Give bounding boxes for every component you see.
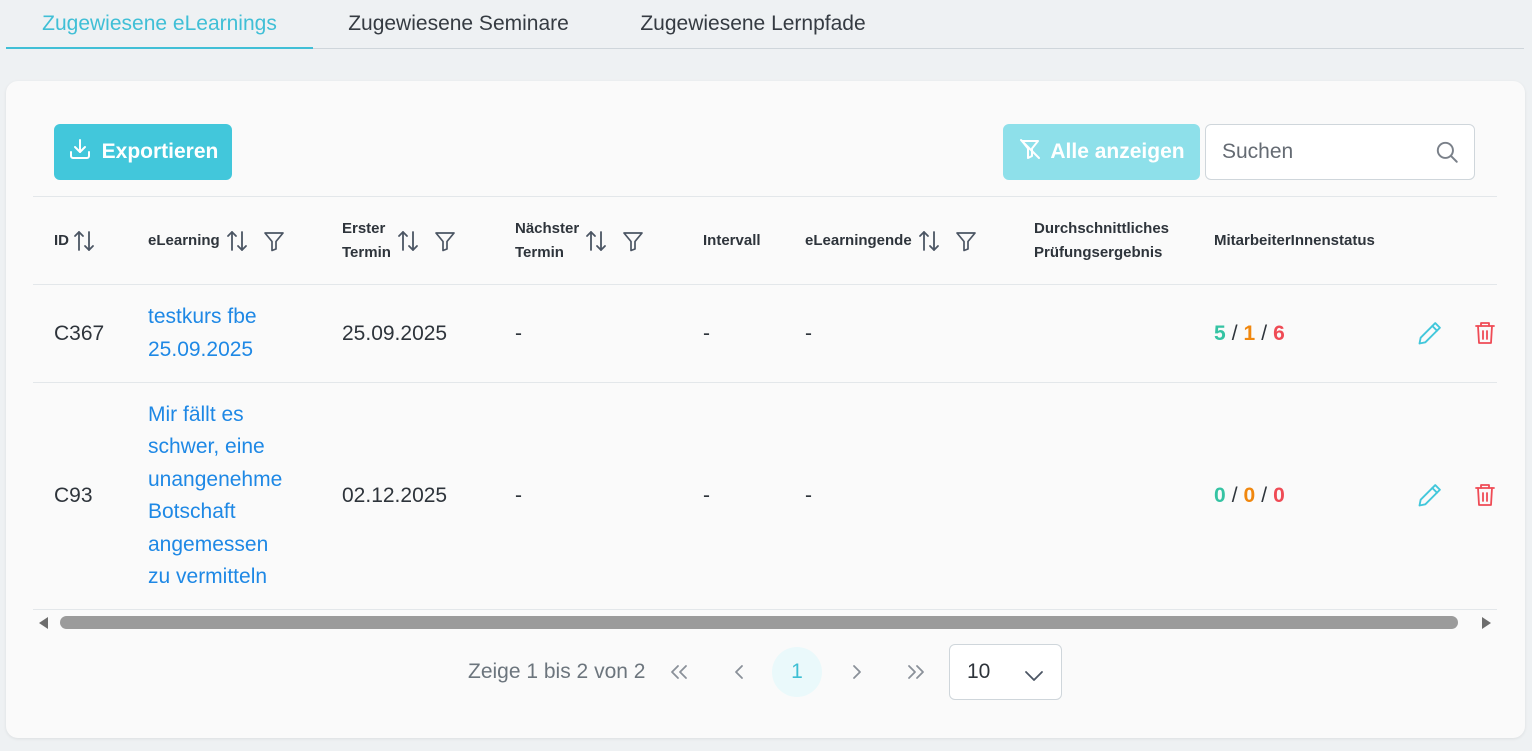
elearning-link[interactable]: Mir fällt es schwer, eine unangenehme Bo…	[148, 399, 282, 594]
column-label: Intervall	[703, 232, 761, 249]
status-in-progress-count[interactable]: 1	[1244, 322, 1256, 346]
search-input[interactable]	[1222, 125, 1432, 179]
column-label: Durchschnittliches Prüfungsergebnis	[1034, 220, 1170, 261]
scroll-right-arrow-icon[interactable]	[1482, 617, 1491, 629]
show-all-button-label: Alle anzeigen	[1050, 140, 1185, 163]
scroll-left-arrow-icon[interactable]	[39, 617, 48, 629]
cell-first-date: 25.09.2025	[342, 321, 448, 345]
first-page-button[interactable]	[654, 647, 704, 697]
page-size-select[interactable]: 10	[949, 644, 1062, 700]
column-header-elearning: eLearning	[148, 197, 286, 285]
download-icon	[68, 137, 92, 167]
column-label: Nächster Termin	[515, 220, 580, 261]
filter-off-icon	[1018, 137, 1042, 167]
sort-icon[interactable]	[226, 229, 248, 253]
status-open-count[interactable]: 6	[1273, 322, 1285, 346]
show-all-button[interactable]: Alle anzeigen	[1003, 124, 1200, 180]
cell-next-date: -	[515, 484, 522, 507]
status-completed-count[interactable]: 0	[1214, 484, 1226, 508]
sort-icon[interactable]	[397, 229, 419, 253]
cell-interval: -	[703, 484, 710, 507]
status-separator: /	[1231, 484, 1238, 507]
cell-id: C93	[54, 484, 93, 507]
filter-icon[interactable]	[621, 229, 645, 253]
column-header-id: ID	[54, 197, 95, 285]
table-row: C367 testkurs fbe 25.09.2025 25.09.2025 …	[33, 285, 1497, 383]
tab-assigned-elearnings[interactable]: Zugewiesene eLearnings	[6, 0, 313, 49]
page-size-value: 10	[967, 660, 991, 683]
table-header: ID eLearning Erster Termin Nächster Term…	[33, 196, 1497, 285]
search-field	[1205, 124, 1475, 180]
column-label: MitarbeiterInnenstatus	[1214, 232, 1375, 249]
cell-elearning-end: -	[805, 321, 812, 345]
trash-icon[interactable]	[1473, 482, 1497, 513]
status-separator: /	[1261, 321, 1268, 345]
elearning-link[interactable]: testkurs fbe 25.09.2025	[148, 301, 257, 366]
column-header-interval: Intervall	[703, 197, 761, 285]
column-header-employee-status: MitarbeiterInnenstatus	[1214, 197, 1375, 285]
chevron-right-icon	[850, 663, 864, 681]
tab-assigned-seminars[interactable]: Zugewiesene Seminare	[324, 0, 593, 49]
filter-icon[interactable]	[433, 229, 457, 253]
export-button[interactable]: Exportieren	[54, 124, 232, 180]
tab-assigned-learning-paths[interactable]: Zugewiesene Lernpfade	[618, 0, 888, 49]
cell-first-date: 02.12.2025	[342, 484, 448, 507]
elearnings-card: Exportieren Alle anzeigen ID	[6, 81, 1525, 738]
export-button-label: Exportieren	[101, 140, 219, 163]
column-label: ID	[54, 232, 69, 249]
column-label: eLearning	[148, 232, 220, 249]
cell-employee-status: 0 / 0 / 0	[1214, 383, 1285, 609]
sort-icon[interactable]	[585, 229, 607, 253]
last-page-button[interactable]	[891, 647, 941, 697]
pagination-info: Zeige 1 bis 2 von 2	[468, 660, 646, 683]
next-page-button[interactable]	[832, 647, 882, 697]
chevrons-right-icon	[905, 663, 927, 681]
cell-elearning-end: -	[805, 484, 812, 507]
status-in-progress-count[interactable]: 0	[1244, 484, 1256, 508]
previous-page-button[interactable]	[714, 647, 764, 697]
pencil-icon[interactable]	[1416, 319, 1444, 352]
sort-icon[interactable]	[73, 229, 95, 253]
horizontal-scrollbar[interactable]	[33, 613, 1497, 633]
sort-icon[interactable]	[918, 229, 940, 253]
column-header-first-date: Erster Termin	[342, 197, 457, 285]
table-row: C93 Mir fällt es schwer, eine unangenehm…	[33, 383, 1497, 610]
chevrons-left-icon	[668, 663, 690, 681]
cell-elearning: Mir fällt es schwer, eine unangenehme Bo…	[148, 383, 298, 609]
trash-icon[interactable]	[1473, 320, 1497, 351]
chevron-left-icon	[732, 663, 746, 681]
column-header-elearning-end: eLearningende	[805, 197, 978, 285]
status-completed-count[interactable]: 5	[1214, 322, 1226, 346]
status-open-count[interactable]: 0	[1273, 484, 1285, 508]
scrollbar-thumb[interactable]	[60, 616, 1458, 629]
page-button-current[interactable]: 1	[772, 647, 822, 697]
chevron-down-icon	[1024, 665, 1044, 689]
column-label: eLearningende	[805, 232, 912, 249]
tab-bar: Zugewiesene eLearnings Zugewiesene Semin…	[6, 0, 1524, 49]
cell-interval: -	[703, 321, 710, 345]
column-header-next-date: Nächster Termin	[515, 197, 645, 285]
search-icon[interactable]	[1434, 139, 1460, 170]
status-separator: /	[1231, 321, 1238, 345]
status-separator: /	[1261, 484, 1268, 507]
cell-employee-status: 5 / 1 / 6	[1214, 285, 1285, 382]
column-header-avg-result: Durchschnittliches Prüfungsergebnis	[1034, 197, 1169, 285]
cell-elearning: testkurs fbe 25.09.2025	[148, 285, 298, 382]
cell-id: C367	[54, 321, 105, 345]
filter-icon[interactable]	[954, 229, 978, 253]
filter-icon[interactable]	[262, 229, 286, 253]
pencil-icon[interactable]	[1416, 481, 1444, 514]
column-label: Erster Termin	[342, 220, 391, 261]
cell-next-date: -	[515, 321, 522, 345]
